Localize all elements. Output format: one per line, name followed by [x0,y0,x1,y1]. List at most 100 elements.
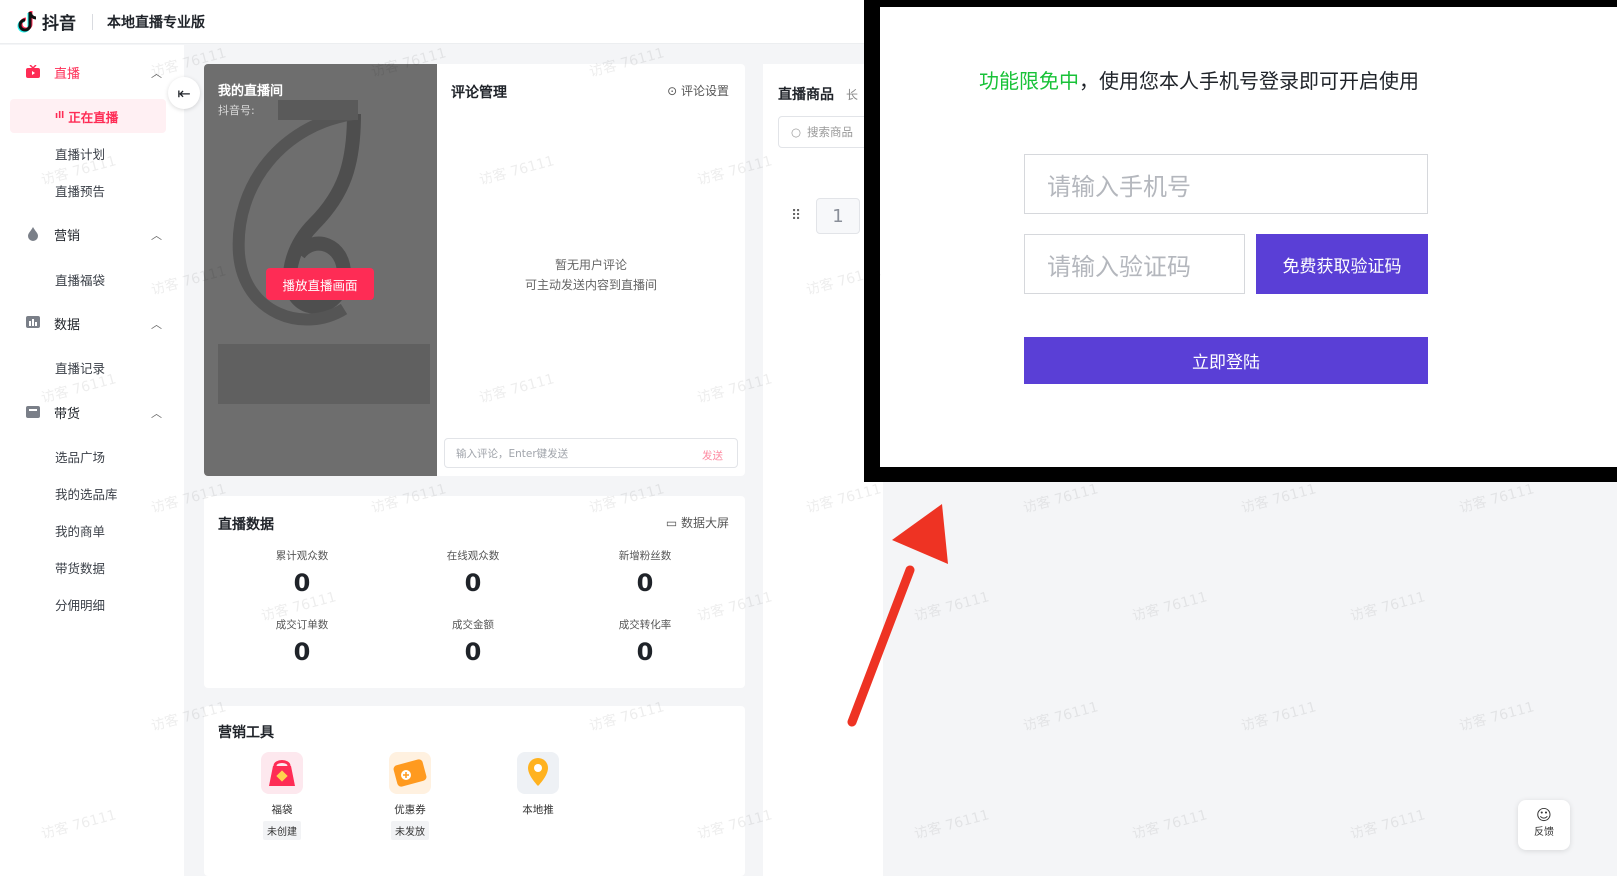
code-input-placeholder: 请输入验证码 [1047,252,1191,281]
login-notice: 功能限免中，使用您本人手机号登录即可开启使用 [979,65,1419,94]
product-index: 1 [816,198,860,234]
sidebar-item-label: 直播福袋 [55,272,106,288]
sidebar-item-live-preview[interactable]: 直播预告 [10,173,166,207]
data-big-screen-label: 数据大屏 [680,516,729,530]
metric-label: 在线观众数 [446,550,500,562]
tool-local-push[interactable]: 本地推 [488,752,588,817]
blurred-area [218,344,430,404]
metric-total-viewers: 累计观众数 0 [222,548,382,597]
watermark: 访客 76111 [1130,807,1210,843]
live-room-title: 我的直播间 [218,84,284,99]
comment-input[interactable]: 输入评论，Enter键发送 发送 [444,438,738,468]
chevron-up-icon[interactable]: ︿ [151,316,162,332]
feedback-label: 反馈 [1534,827,1554,838]
search-icon: ○ [791,125,802,139]
douyin-logo-icon [17,10,37,32]
tool-status: 未发放 [391,821,429,840]
douyin-id-label: 抖音号: [218,104,255,117]
menu-group-label: 营销 [54,228,81,244]
data-big-screen-link[interactable]: ▭ 数据大屏 [666,514,729,531]
play-live-button[interactable]: 播放直播画面 [266,268,374,300]
sidebar-item-my-orders[interactable]: 我的商单 [10,513,166,547]
sidebar-item-selection-plaza[interactable]: 选品广场 [10,439,166,473]
comment-settings-label: 评论设置 [680,84,729,98]
metric-sales-amount: 成交金额 0 [393,617,553,666]
menu-group-label: 直播 [54,66,81,82]
product-search-placeholder: 搜索商品 [807,125,854,139]
metric-value: 0 [636,638,654,666]
sidebar-item-label: 带货数据 [55,560,106,576]
send-button[interactable]: 发送 [702,448,723,463]
notice-highlight: 功能限免中 [979,69,1079,93]
metric-label: 成交订单数 [275,619,329,631]
menu-group-marketing[interactable]: 营销 ︿ [0,217,184,251]
login-button[interactable]: 立即登陆 [1024,337,1428,384]
chevron-up-icon[interactable]: ︿ [151,405,162,421]
douyin-logo[interactable]: 抖音 [16,9,76,34]
metric-value: 0 [464,638,482,666]
smiley-icon: ☺ [1536,806,1552,824]
get-code-button[interactable]: 免费获取验证码 [1256,234,1428,294]
live-tv-icon [26,64,40,79]
sidebar-item-label: 直播计划 [55,146,106,162]
drag-handle-icon[interactable]: ⠿ [791,208,801,224]
header-divider [92,13,93,30]
menu-group-label: 数据 [54,317,81,333]
sidebar-item-live-now[interactable]: ıll 正在直播 [10,99,166,133]
comment-panel-title: 评论管理 [451,85,507,101]
settings-icon: ⊙ [667,84,678,98]
login-modal-frame: 功能限免中，使用您本人手机号登录即可开启使用 请输入手机号 请输入验证码 免费获… [864,0,1617,482]
collapse-sidebar-button[interactable]: ⇤ [168,77,200,109]
bar-chart-icon [26,316,40,330]
tool-lucky-bag[interactable]: 福袋 未创建 [232,752,332,840]
chevron-up-icon[interactable]: ︿ [151,227,162,243]
sidebar-item-label: 选品广场 [55,449,106,465]
phone-input[interactable]: 请输入手机号 [1024,154,1428,214]
shopping-bag-icon [26,405,40,419]
metric-value: 0 [464,569,482,597]
collapse-icon: ⇤ [177,83,191,103]
sidebar-item-label: 分佣明细 [55,597,106,613]
notice-text: ，使用您本人手机号登录即可开启使用 [1079,69,1419,93]
live-data-panel: 直播数据 ▭ 数据大屏 累计观众数 0 在线观众数 0 新增粉丝数 0 成交订单… [204,496,745,688]
menu-group-data[interactable]: 数据 ︿ [0,306,184,340]
flame-icon [26,227,40,241]
watermark: 访客 76111 [1021,699,1101,735]
live-products-title-suffix: 长 [846,88,859,102]
chevron-up-icon[interactable]: ︿ [151,65,162,81]
sidebar: 直播 ︿ ıll 正在直播 直播计划 直播预告 营销 ︿ 直播福袋 数据 ︿ 直… [0,45,184,876]
watermark: 访客 76111 [1348,589,1428,625]
sidebar-item-commission[interactable]: 分佣明细 [10,587,166,621]
watermark: 访客 76111 [1021,481,1101,517]
empty-state-hint: 可主动发送内容到直播间 [524,278,657,292]
tool-name: 优惠券 [394,804,426,816]
sidebar-item-sales-data[interactable]: 带货数据 [10,550,166,584]
sidebar-item-lucky-bag[interactable]: 直播福袋 [10,262,166,296]
tool-coupon[interactable]: 优惠券 未发放 [360,752,460,840]
watermark: 访客 76111 [1239,699,1319,735]
sidebar-item-my-selection[interactable]: 我的选品库 [10,476,166,510]
marketing-tools-panel: 营销工具 福袋 未创建 优惠券 未发放 本地推 [204,706,745,876]
metric-value: 0 [636,569,654,597]
menu-group-sales[interactable]: 带货 ︿ [0,395,184,429]
sidebar-item-label: 我的选品库 [55,486,118,502]
metric-label: 累计观众数 [275,550,329,562]
menu-group-label: 带货 [54,406,81,422]
watermark: 访客 76111 [912,807,992,843]
login-modal: 功能限免中，使用您本人手机号登录即可开启使用 请输入手机号 请输入验证码 免费获… [880,7,1617,467]
live-bars-icon: ıll [55,111,65,121]
sidebar-item-live-records[interactable]: 直播记录 [10,350,166,384]
comment-settings-link[interactable]: ⊙ 评论设置 [667,82,729,99]
watermark: 访客 76111 [1457,699,1537,735]
verification-code-input[interactable]: 请输入验证码 [1024,234,1245,294]
live-data-title: 直播数据 [218,517,274,533]
location-pin-icon [517,752,559,794]
metric-label: 成交金额 [452,619,494,631]
feedback-button[interactable]: ☺ 反馈 [1518,800,1570,850]
menu-group-live[interactable]: 直播 ︿ [0,55,184,89]
metric-conversion-rate: 成交转化率 0 [565,617,725,666]
product-name: 本地直播专业版 [107,14,205,31]
sidebar-item-live-plan[interactable]: 直播计划 [10,136,166,170]
comment-panel: 评论管理 ⊙ 评论设置 暂无用户评论 可主动发送内容到直播间 输入评论，Ente… [437,64,745,476]
live-room-panel: 我的直播间 抖音号: 播放直播画面 [204,64,437,476]
